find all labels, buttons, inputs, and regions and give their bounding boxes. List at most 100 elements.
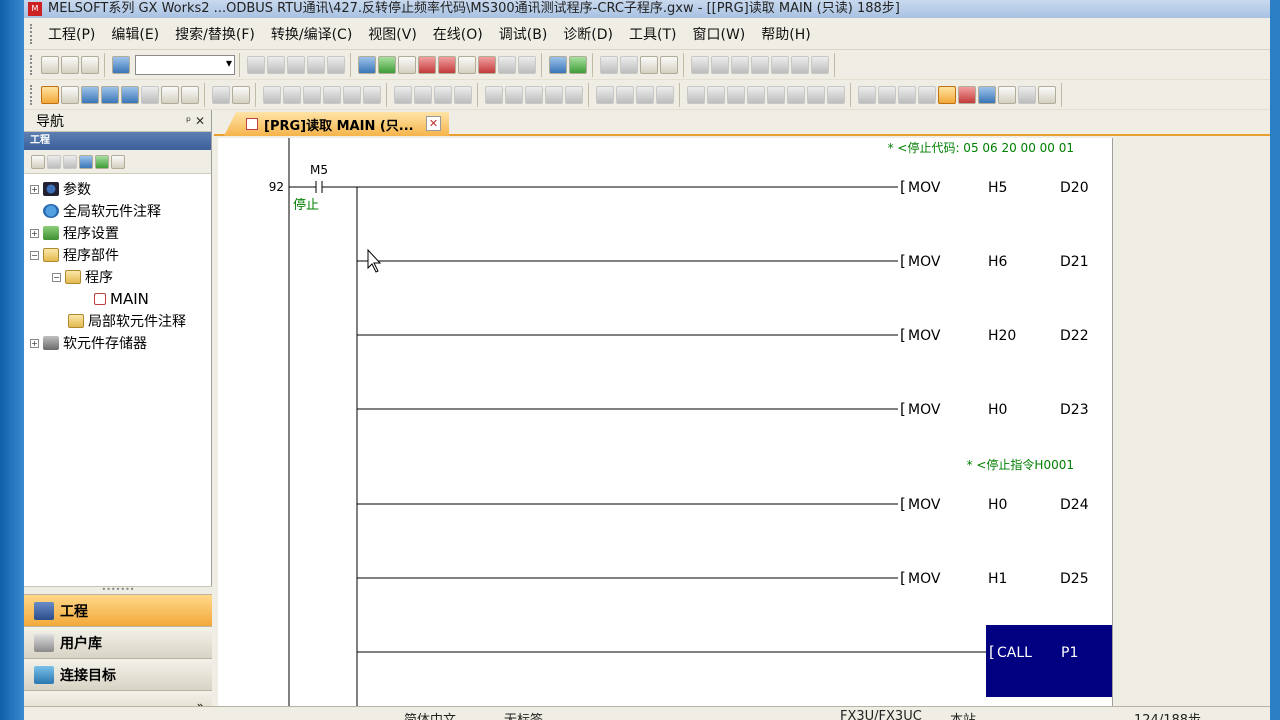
- tree-item-params[interactable]: + 参数: [24, 178, 211, 200]
- menu-compile[interactable]: 转换/编译(C): [263, 24, 360, 44]
- coil-icon[interactable]: [343, 85, 361, 104]
- expand-icon[interactable]: +: [30, 228, 39, 238]
- redo-icon[interactable]: [327, 55, 345, 74]
- hline-icon[interactable]: [394, 85, 412, 104]
- nav-property-icon[interactable]: [79, 154, 93, 169]
- tree-item-program-setting[interactable]: + 程序设置: [24, 222, 211, 244]
- parallel-open-icon[interactable]: [303, 85, 321, 104]
- device-list-icon[interactable]: [620, 55, 638, 74]
- pulse-rise-icon[interactable]: [485, 85, 503, 104]
- nav-tab-project[interactable]: 工程: [24, 594, 212, 626]
- fall-contact-icon[interactable]: [747, 85, 765, 104]
- expand-icon[interactable]: +: [30, 184, 39, 194]
- bus-3-icon[interactable]: [636, 85, 654, 104]
- stat-1-icon[interactable]: [858, 85, 876, 104]
- rise-contact-icon[interactable]: [727, 85, 745, 104]
- bus-2-icon[interactable]: [616, 85, 634, 104]
- write-plc-icon[interactable]: [378, 55, 396, 74]
- ladder-tool-4-icon[interactable]: [751, 55, 769, 74]
- save-project-icon[interactable]: [81, 55, 99, 74]
- pulse-parallel-rise-icon[interactable]: [525, 85, 543, 104]
- function-block-icon[interactable]: [707, 85, 725, 104]
- search-device-icon[interactable]: [458, 55, 476, 74]
- expand-icon[interactable]: +: [30, 338, 39, 348]
- menu-diagnostics[interactable]: 诊断(D): [555, 24, 621, 44]
- cross-ref-icon[interactable]: [518, 55, 536, 74]
- menu-edit[interactable]: 编辑(E): [103, 24, 167, 44]
- open-project-icon[interactable]: [61, 55, 79, 74]
- tree-item-program-parts[interactable]: − 程序部件: [24, 244, 211, 266]
- closed-contact-icon[interactable]: [283, 85, 301, 104]
- toolbar-grip[interactable]: [30, 54, 34, 75]
- monitor-icon[interactable]: [978, 85, 996, 104]
- cross-icon[interactable]: [958, 85, 976, 104]
- template-icon[interactable]: [827, 85, 845, 104]
- operation-result-icon[interactable]: [767, 85, 785, 104]
- nav-pin-close-icon[interactable]: ᵖ ✕: [186, 114, 205, 128]
- bus-1-icon[interactable]: [596, 85, 614, 104]
- undo-icon[interactable]: [307, 55, 325, 74]
- question-icon[interactable]: [212, 85, 230, 104]
- ladder-tool-2-icon[interactable]: [711, 55, 729, 74]
- find-up-icon[interactable]: [181, 85, 199, 104]
- menu-view[interactable]: 视图(V): [360, 24, 425, 44]
- display-icon[interactable]: [660, 55, 678, 74]
- pulse-fall-icon[interactable]: [505, 85, 523, 104]
- verify-icon[interactable]: [398, 55, 416, 74]
- delete-hline-icon[interactable]: [434, 85, 452, 104]
- list-icon[interactable]: [600, 55, 618, 74]
- line-tool-icon[interactable]: [787, 85, 805, 104]
- tree-item-main[interactable]: MAIN: [24, 288, 211, 310]
- nav-refresh-icon[interactable]: [95, 154, 109, 169]
- statement-icon[interactable]: [121, 85, 139, 104]
- help-icon[interactable]: [112, 55, 130, 74]
- instruction-icon[interactable]: [363, 85, 381, 104]
- read-plc-icon[interactable]: [358, 55, 376, 74]
- ladder-tool-3-icon[interactable]: [731, 55, 749, 74]
- delete-vline-icon[interactable]: [454, 85, 472, 104]
- convert-icon[interactable]: [549, 55, 567, 74]
- stat-2-icon[interactable]: [878, 85, 896, 104]
- device-icon[interactable]: [101, 85, 119, 104]
- menu-window[interactable]: 窗口(W): [684, 24, 753, 44]
- ladder-tool-7-icon[interactable]: [811, 55, 829, 74]
- ladder-tool-6-icon[interactable]: [791, 55, 809, 74]
- open-contact-icon[interactable]: [263, 85, 281, 104]
- search-icon[interactable]: [478, 55, 496, 74]
- replace-icon[interactable]: [498, 55, 516, 74]
- zoom-icon[interactable]: [1038, 85, 1056, 104]
- vline-icon[interactable]: [414, 85, 432, 104]
- window-icon[interactable]: [81, 85, 99, 104]
- tree-item-program[interactable]: − 程序: [24, 266, 211, 288]
- ladder-tool-1-icon[interactable]: [691, 55, 709, 74]
- toolbar-grip-2[interactable]: [30, 84, 34, 105]
- menu-debug[interactable]: 调试(B): [491, 24, 556, 44]
- nav-tab-connection[interactable]: 连接目标: [24, 658, 212, 690]
- sim-icon[interactable]: [998, 85, 1016, 104]
- stat-4-icon[interactable]: [918, 85, 936, 104]
- ladder-mode-icon[interactable]: [938, 85, 956, 104]
- nav-tab-library[interactable]: 用户库: [24, 626, 212, 658]
- simulate-icon[interactable]: [640, 55, 658, 74]
- pulse-parallel-fall-icon[interactable]: [545, 85, 563, 104]
- ladder-edit-mode-icon[interactable]: [41, 85, 59, 104]
- comment-icon[interactable]: [61, 85, 79, 104]
- menu-tools[interactable]: 工具(T): [621, 24, 684, 44]
- tree-item-local-comment[interactable]: 局部软元件注释: [24, 310, 211, 332]
- nav-sort-icon[interactable]: [111, 154, 125, 169]
- bus-4-icon[interactable]: [656, 85, 674, 104]
- note-icon[interactable]: [141, 85, 159, 104]
- tree-item-device-memory[interactable]: + 软元件存储器: [24, 332, 211, 354]
- nav-copy-icon[interactable]: [47, 154, 61, 169]
- menu-project[interactable]: 工程(P): [40, 24, 103, 44]
- nav-splitter[interactable]: •••••••: [24, 586, 212, 594]
- parallel-closed-icon[interactable]: [323, 85, 341, 104]
- invert-icon[interactable]: [565, 85, 583, 104]
- tree-item-global-comment[interactable]: 全局软元件注释: [24, 200, 211, 222]
- collapse-icon[interactable]: −: [30, 250, 39, 260]
- paste-icon[interactable]: [287, 55, 305, 74]
- cut-icon[interactable]: [247, 55, 265, 74]
- stat-3-icon[interactable]: [898, 85, 916, 104]
- monitor-stop-icon[interactable]: [438, 55, 456, 74]
- find-down-icon[interactable]: [161, 85, 179, 104]
